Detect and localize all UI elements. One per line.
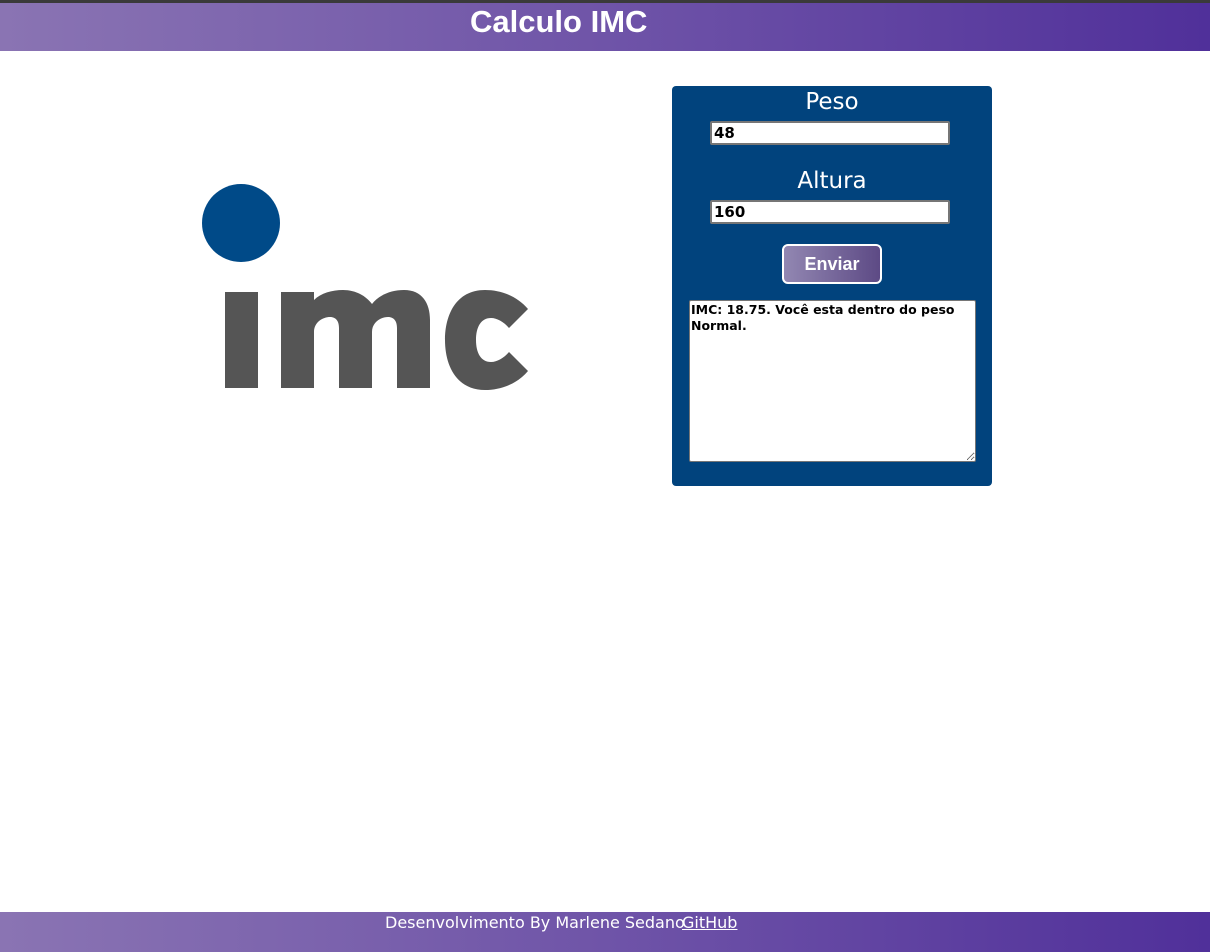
logo-letter-c xyxy=(445,290,528,390)
result-textarea[interactable]: IMC: 18.75. Você esta dentro do peso Nor… xyxy=(689,300,976,462)
logo-letter-i xyxy=(225,292,258,388)
imc-logo-graphic xyxy=(202,184,528,390)
imc-logo xyxy=(195,180,540,400)
altura-label: Altura xyxy=(797,168,867,194)
page-header: Calculo IMC xyxy=(0,3,1210,51)
page-title: Calculo IMC xyxy=(470,4,648,39)
logo-letter-m xyxy=(281,290,430,388)
peso-label: Peso xyxy=(805,89,859,115)
footer-credit: Desenvolvimento By Marlene Sedano xyxy=(385,913,685,932)
imc-form-panel: Peso Altura Enviar IMC: 18.75. Você esta… xyxy=(672,86,992,486)
github-link[interactable]: GitHub xyxy=(682,913,737,932)
altura-input[interactable] xyxy=(710,200,950,224)
logo-dot xyxy=(202,184,280,262)
enviar-button[interactable]: Enviar xyxy=(782,244,882,284)
page-footer: Desenvolvimento By Marlene Sedano GitHub xyxy=(0,912,1210,952)
peso-input[interactable] xyxy=(710,121,950,145)
